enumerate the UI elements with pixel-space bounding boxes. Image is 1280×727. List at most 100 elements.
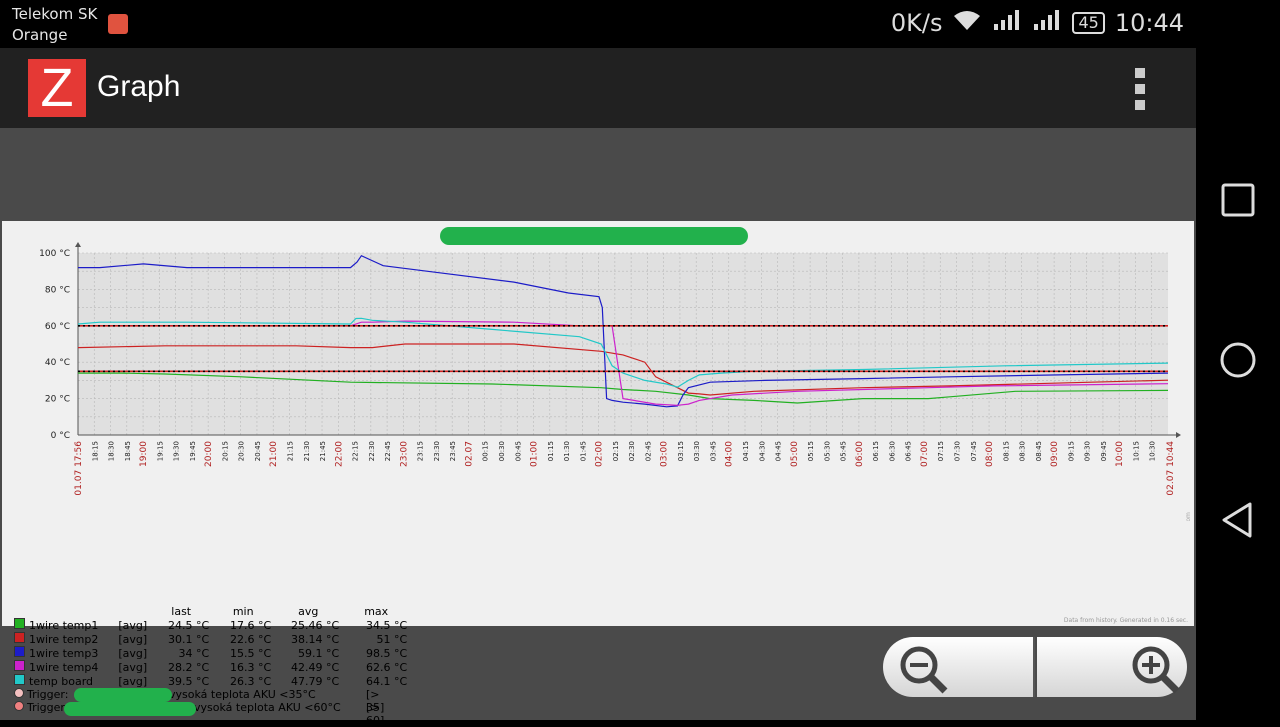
status-bar: Telekom SK Orange 0K/s 45 10:44 [0,0,1196,48]
recents-icon[interactable] [1216,178,1260,222]
x-tick-label: 20:45 [254,441,262,461]
y-tick-label: 0 °C [51,431,70,441]
x-tick-label: 07:30 [954,441,962,461]
overflow-menu-icon[interactable] [1132,68,1148,110]
y-tick-label: 80 °C [45,285,70,295]
legend-swatch [14,674,25,685]
legend-min: 17.6 °C [230,618,272,632]
x-tick-label: 18:45 [124,441,132,461]
x-tick-label: 23:15 [417,441,425,461]
x-tick-label: 02:30 [628,441,636,461]
x-tick-label: 21:00 [269,441,279,467]
legend-series-name: temp board [29,675,94,688]
zabbix-logo: Z [28,59,86,117]
trigger-text: vysoká teplota AKU <60°C [194,701,341,714]
x-tick-label: 22:30 [368,441,376,461]
legend-max: 34.5 °C [366,618,408,632]
x-start-label: 01.07 17:56 [74,441,84,496]
legend-func: [avg] [118,618,148,632]
x-tick-label: 20:00 [204,441,214,467]
navigation-bar [1196,0,1280,720]
network-speed: 0K/s [890,9,943,37]
x-tick-label: 09:45 [1100,441,1108,461]
x-tick-label: 07:15 [937,441,945,461]
x-tick-label: 23:45 [449,441,457,461]
x-tick-label: 21:30 [303,441,311,461]
legend-series-name: 1wire temp4 [29,661,99,674]
x-tick-label: 19:45 [189,441,197,461]
legend-header-min: min [232,605,254,618]
x-tick-label: 23:30 [433,441,441,461]
legend-max: 51 °C [376,632,408,646]
x-tick-label: 07:00 [920,441,930,467]
legend-func: [avg] [118,674,148,688]
zoom-in-icon [1132,646,1180,694]
legend-row: 1wire temp4 [avg] 28.2 °C 16.3 °C 42.49 … [14,660,413,674]
legend-swatch [14,660,25,671]
legend-avg: 47.79 °C [291,674,340,688]
chart-legend: last min avg max 1wire temp1 [avg] 24.5 … [14,605,413,688]
legend-swatch [14,632,25,643]
app-bar: Z Graph [0,48,1196,128]
x-tick-label: 04:45 [775,441,783,461]
legend-func: [avg] [118,632,148,646]
legend-series-name: 1wire temp2 [29,633,99,646]
x-tick-label: 02:45 [644,441,652,461]
x-tick-label: 00:45 [514,441,522,461]
x-axis-arrow [1176,432,1181,438]
legend-min: 22.6 °C [230,632,272,646]
x-tick-label: 19:30 [173,441,181,461]
trigger-row: Trigger vysoká teplota AKU <60°C [> 60] [14,701,384,727]
legend-avg: 59.1 °C [298,646,340,660]
legend-min: 15.5 °C [230,646,272,660]
legend-row: 1wire temp3 [avg] 34 °C 15.5 °C 59.1 °C … [14,646,413,660]
x-tick-label: 04:30 [758,441,766,461]
legend-row: 1wire temp1 [avg] 24.5 °C 17.6 °C 25.46 … [14,618,413,632]
carrier-name: Telekom SK [12,5,98,23]
zabbix-url: http://www.zabbix.com [1185,512,1192,521]
zoom-in-button[interactable] [1037,637,1187,697]
signal-icon [992,8,1022,38]
home-icon[interactable] [1216,338,1260,382]
legend-min: 26.3 °C [230,674,272,688]
x-tick-label: 03:15 [677,441,685,461]
carrier-info: Telekom SK Orange [12,4,97,46]
redaction-mark [64,702,196,716]
legend-series-name: 1wire temp1 [29,619,99,632]
x-tick-label: 22:00 [334,441,344,467]
y-tick-label: 60 °C [45,322,70,332]
trigger-dot [14,701,24,711]
x-tick-label: 03:00 [660,441,670,467]
x-tick-label: 01:15 [547,441,555,461]
x-tick-label: 10:15 [1132,441,1140,461]
x-tick-label: 23:00 [399,441,409,467]
legend-header-max: max [364,605,389,618]
x-tick-label: 05:45 [840,441,848,461]
missed-call-icon [108,14,128,34]
trigger-label: Trigger [27,701,65,714]
legend-last: 24.5 °C [168,618,210,632]
graph-image: 18:15 18:30 18:45 19:00 19:15 19:30 19:45 20:00… [2,221,1194,727]
x-tick-label: 09:30 [1084,441,1092,461]
x-tick-label: 06:30 [888,441,896,461]
y-tick-label: 40 °C [45,358,70,368]
trigger-row: Trigger: vysoká teplota AKU <35°C [> 35] [14,688,384,714]
x-tick-label: 00:15 [482,441,490,461]
zoom-out-button[interactable] [883,637,1035,697]
x-tick-label: 18:15 [91,441,99,461]
x-tick-label: 22:45 [384,441,392,461]
signal-icon-2 [1032,8,1062,38]
x-end-label: 02.07 10:44 [1166,441,1176,496]
x-tick-label: 05:00 [790,441,800,467]
trigger-dot [14,688,24,698]
trigger-label: Trigger: [27,688,69,701]
x-tick-label: 19:00 [139,441,149,467]
x-tick-label: 05:15 [807,441,815,461]
x-tick-label: 21:15 [286,441,294,461]
back-icon[interactable] [1216,498,1260,542]
legend-func: [avg] [118,660,148,674]
x-tick-label: 04:00 [725,441,735,467]
generated-note: Data from history. Generated in 0.16 sec… [1063,617,1188,624]
x-tick-label: 09:15 [1067,441,1075,461]
legend-func: [avg] [118,646,148,660]
